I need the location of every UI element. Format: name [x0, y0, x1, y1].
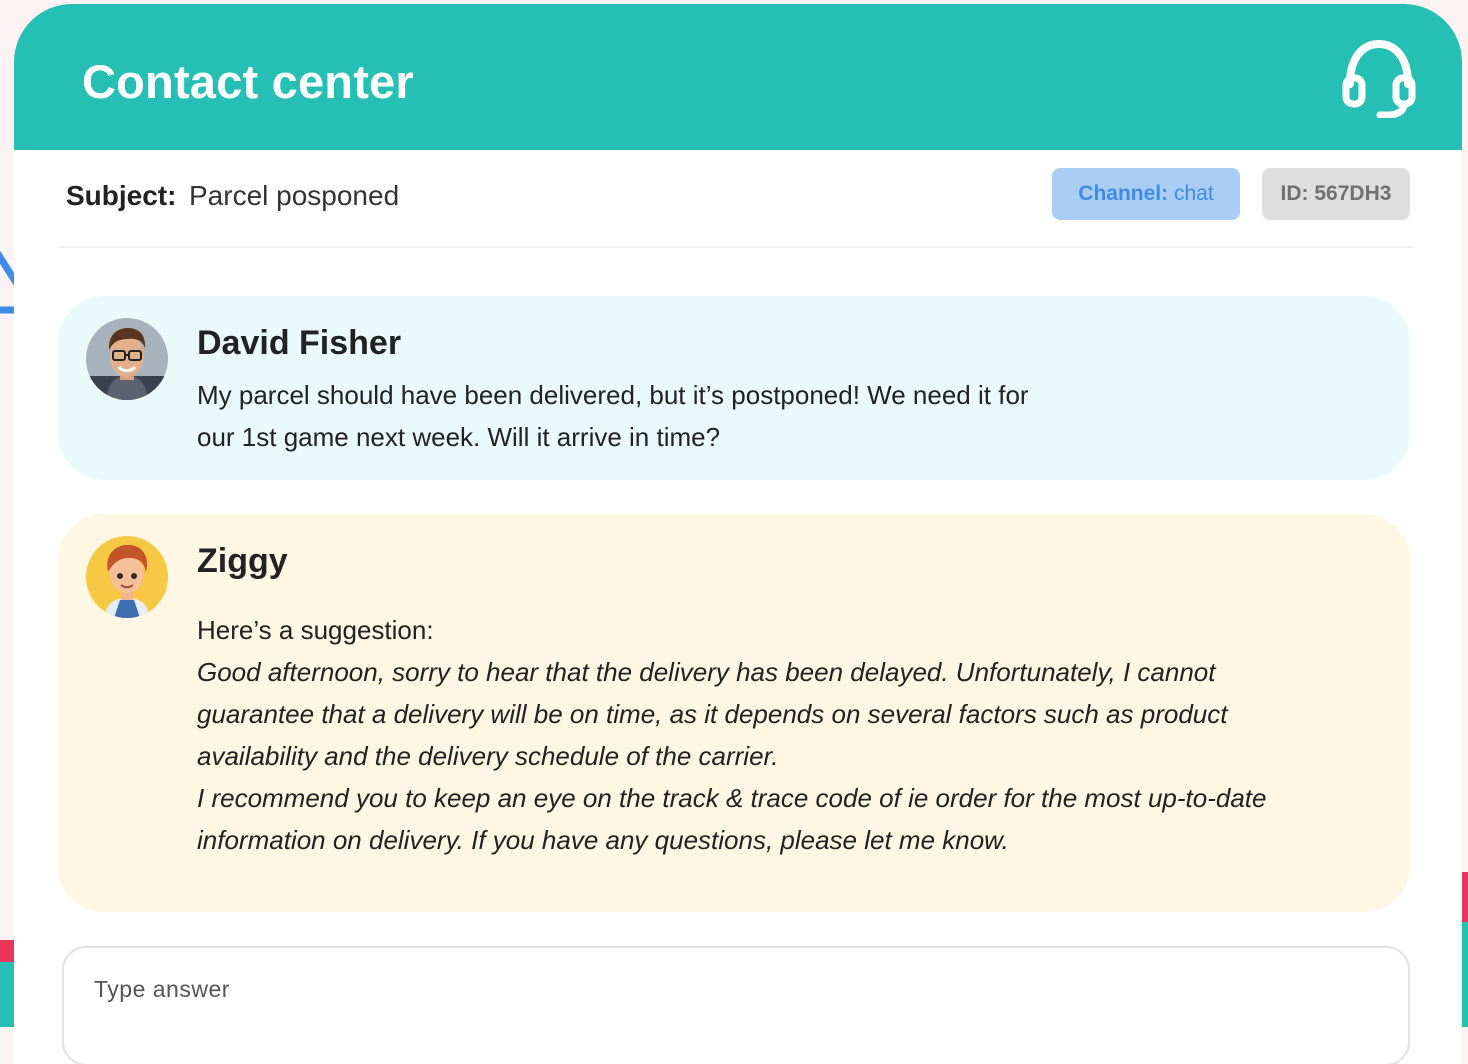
channel-value: chat — [1173, 182, 1214, 205]
customer-avatar — [86, 318, 168, 400]
decorative-stripe — [1462, 872, 1468, 922]
channel-label: Channel: — [1078, 182, 1169, 205]
panel-header: Contact center — [14, 4, 1462, 150]
contact-center-panel: Contact center Subject: Parcel posponed … — [14, 4, 1462, 1064]
assistant-avatar — [86, 536, 168, 618]
decorative-stripe — [0, 940, 14, 962]
sender-name: David Fisher — [197, 324, 402, 362]
subject-label: Subject: — [66, 180, 177, 211]
suggestion-paragraph: I recommend you to keep an eye on the tr… — [197, 783, 1267, 855]
ticket-info-row: Subject: Parcel posponed Channel: chat I… — [66, 168, 1412, 224]
suggestion-paragraph: Good afternoon, sorry to hear that the d… — [197, 657, 1228, 771]
assistant-message: Ziggy Here’s a suggestion: Good afternoo… — [58, 514, 1410, 912]
customer-message: David Fisher My parcel should have been … — [58, 296, 1410, 480]
decorative-stripe — [1462, 922, 1468, 1027]
channel-badge: Channel: chat — [1052, 168, 1240, 220]
suggestion-intro: Here’s a suggestion: — [197, 615, 434, 645]
message-text: My parcel should have been delivered, bu… — [197, 380, 1029, 452]
divider — [58, 246, 1412, 248]
decorative-stripe — [0, 962, 14, 1027]
page-title: Contact center — [82, 55, 414, 108]
answer-input[interactable] — [92, 968, 1296, 1010]
sender-name: Ziggy — [197, 542, 288, 580]
suggested-reply: Good afternoon, sorry to hear that the d… — [197, 651, 1337, 861]
headset-icon[interactable] — [1342, 38, 1416, 118]
subject-value: Parcel posponed — [189, 180, 400, 211]
ticket-id-badge: ID: 567DH3 — [1262, 168, 1410, 220]
answer-composer[interactable] — [62, 946, 1410, 1064]
